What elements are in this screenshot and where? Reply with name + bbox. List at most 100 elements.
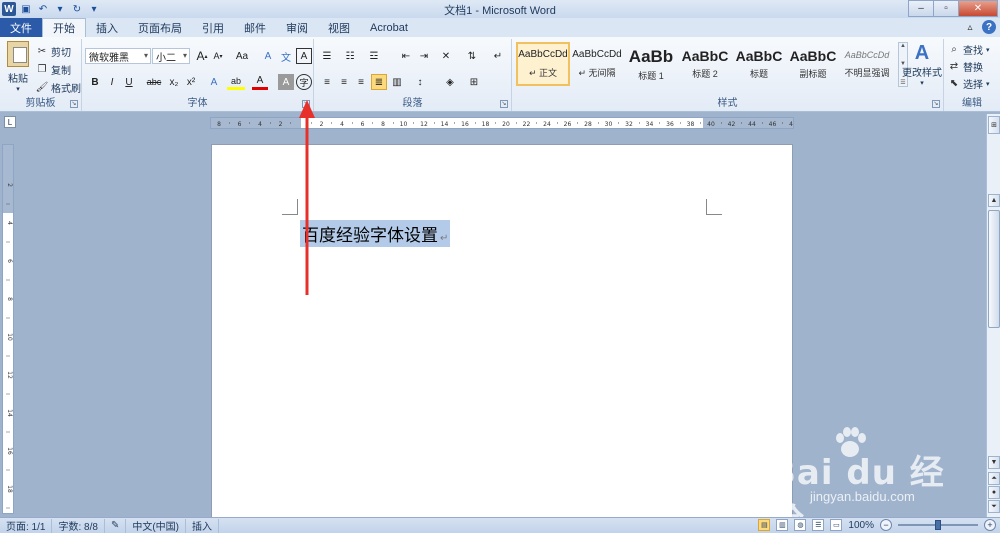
customize-qat-icon[interactable]: ▾: [87, 2, 101, 16]
tab-file[interactable]: 文件: [0, 18, 42, 37]
style-item[interactable]: AaBbC 标题 2: [678, 42, 732, 86]
undo-icon[interactable]: ↶: [36, 2, 50, 16]
style-item[interactable]: AaBb 标题 1: [624, 42, 678, 86]
cut-button[interactable]: ✂ 剪切: [36, 44, 71, 59]
font-name-combo[interactable]: 微软雅黑 ▾: [85, 48, 151, 64]
superscript-button[interactable]: x²: [183, 74, 199, 90]
selected-text[interactable]: 百度经验字体设置 ↵: [300, 220, 451, 247]
tab-selector-icon[interactable]: L: [4, 116, 16, 128]
scroll-thumb[interactable]: [988, 210, 1000, 328]
scroll-down-icon[interactable]: ▼: [988, 456, 1000, 469]
outline-view-icon[interactable]: ☰: [812, 519, 825, 531]
print-layout-view-icon[interactable]: ▤: [758, 519, 771, 531]
sort-button[interactable]: ⇅: [464, 48, 480, 64]
tab-mailings[interactable]: 邮件: [234, 18, 276, 37]
distributed-button[interactable]: ▥: [389, 74, 405, 90]
bold-button[interactable]: B: [87, 74, 103, 90]
web-layout-icon[interactable]: ◍: [794, 519, 807, 531]
full-screen-reading-icon[interactable]: ▥: [776, 519, 789, 531]
style-item[interactable]: AaBbCcDd 不明显强调: [840, 42, 894, 86]
minimize-button[interactable]: –: [908, 0, 934, 17]
zoom-out-icon[interactable]: −: [880, 519, 892, 531]
subscript-button[interactable]: x₂: [166, 74, 182, 90]
dropdown-arrow-icon[interactable]: ▾: [53, 2, 67, 16]
save-icon[interactable]: ▣: [19, 2, 33, 16]
language-indicator[interactable]: 中文(中国): [126, 518, 186, 533]
increase-indent-button[interactable]: ⇥: [416, 48, 432, 64]
page-count[interactable]: 页面: 1/1: [0, 518, 53, 533]
previous-page-icon[interactable]: ⏶: [988, 472, 1000, 485]
numbering-button[interactable]: ☷: [342, 48, 358, 64]
format-painter-button[interactable]: 🖌 格式刷: [36, 80, 81, 95]
browse-object-icon[interactable]: ●: [988, 486, 1000, 499]
underline-button[interactable]: U: [121, 74, 137, 90]
tab-acrobat[interactable]: Acrobat: [360, 18, 418, 37]
proofing-icon[interactable]: ✎: [105, 518, 127, 533]
style-item[interactable]: AaBbC 副标题: [786, 42, 840, 86]
zoom-slider[interactable]: [898, 519, 978, 531]
align-right-button[interactable]: ≡: [353, 74, 369, 90]
tab-page-layout[interactable]: 页面布局: [128, 18, 192, 37]
redo-icon[interactable]: ↻: [70, 2, 84, 16]
styles-launcher-icon[interactable]: ↘: [932, 100, 940, 108]
enclose-chars-button[interactable]: 字: [296, 74, 312, 90]
word-logo-icon[interactable]: W: [2, 2, 16, 16]
char-shading-button[interactable]: A: [278, 74, 294, 90]
tab-home[interactable]: 开始: [42, 18, 86, 37]
change-case-button[interactable]: Aa: [232, 48, 252, 64]
shrink-font-button[interactable]: A ▾: [210, 48, 226, 64]
style-item[interactable]: AaBbCcDd ↵ 正文: [516, 42, 570, 86]
text-effects-button[interactable]: A: [206, 74, 222, 90]
style-item[interactable]: AaBbCcDd ↵ 无间隔: [570, 42, 624, 86]
change-styles-button[interactable]: A 更改样式 ▾: [902, 42, 942, 88]
decrease-indent-button[interactable]: ⇤: [398, 48, 414, 64]
shading-button[interactable]: ◈: [442, 74, 458, 90]
zoom-in-icon[interactable]: +: [984, 519, 996, 531]
ruler-toggle-icon[interactable]: ⊞: [988, 116, 1000, 134]
bullets-button[interactable]: ☰: [319, 48, 335, 64]
paste-button[interactable]: 粘贴 ▾: [4, 41, 32, 93]
find-button[interactable]: ⌕ 查找 ▾: [948, 42, 989, 57]
tab-references[interactable]: 引用: [192, 18, 234, 37]
italic-button[interactable]: I: [104, 74, 120, 90]
tab-view[interactable]: 视图: [318, 18, 360, 37]
align-center-button[interactable]: ≡: [336, 74, 352, 90]
ruler-label: 24: [543, 121, 551, 128]
vertical-scrollbar[interactable]: ⊞ ▲ ▼ ⏶ ● ⏷: [986, 114, 1000, 517]
font-color-button[interactable]: A: [252, 74, 268, 90]
multilevel-list-button[interactable]: ☲: [366, 48, 382, 64]
zoom-level[interactable]: 100%: [848, 520, 874, 531]
next-page-icon[interactable]: ⏷: [988, 500, 1000, 513]
grow-font-button[interactable]: A ▴: [194, 48, 210, 64]
restore-button[interactable]: ▫: [933, 0, 959, 17]
borders-button[interactable]: ⊞: [466, 74, 482, 90]
draft-view-icon[interactable]: ▭: [830, 519, 843, 531]
minimize-ribbon-icon[interactable]: ▵: [964, 21, 976, 33]
help-icon[interactable]: ?: [982, 20, 996, 34]
font-size-combo[interactable]: 小二 ▾: [152, 48, 190, 64]
line-spacing-button[interactable]: ↕: [412, 74, 428, 90]
chinese-layout-button[interactable]: ✕: [438, 48, 454, 64]
word-count[interactable]: 字数: 8/8: [52, 518, 105, 533]
replace-button[interactable]: ⇄ 替换: [948, 59, 983, 74]
phonetic-guide-button[interactable]: 文: [278, 48, 294, 64]
vertical-ruler[interactable]: 2 4 6 8 10 12 14 16 18: [2, 144, 14, 514]
zoom-knob[interactable]: [935, 520, 941, 530]
close-button[interactable]: ✕: [958, 0, 998, 17]
scroll-up-icon[interactable]: ▲: [988, 194, 1000, 207]
char-border-button[interactable]: A: [296, 48, 312, 64]
align-left-button[interactable]: ≡: [319, 74, 335, 90]
paragraph-launcher-icon[interactable]: ↘: [500, 100, 508, 108]
show-marks-button[interactable]: ↵: [490, 48, 506, 64]
insert-mode[interactable]: 插入: [186, 518, 219, 533]
strikethrough-button[interactable]: abc: [144, 74, 164, 90]
clipboard-launcher-icon[interactable]: ↘: [70, 100, 78, 108]
justify-button[interactable]: ≣: [371, 74, 387, 90]
tab-review[interactable]: 审阅: [276, 18, 318, 37]
select-button[interactable]: ⬉ 选择 ▾: [948, 76, 990, 91]
clear-formatting-button[interactable]: A: [260, 48, 276, 64]
highlight-button[interactable]: ab: [227, 74, 245, 90]
tab-insert[interactable]: 插入: [86, 18, 128, 37]
style-item[interactable]: AaBbC 标题: [732, 42, 786, 86]
copy-button[interactable]: ❐ 复制: [36, 62, 71, 77]
